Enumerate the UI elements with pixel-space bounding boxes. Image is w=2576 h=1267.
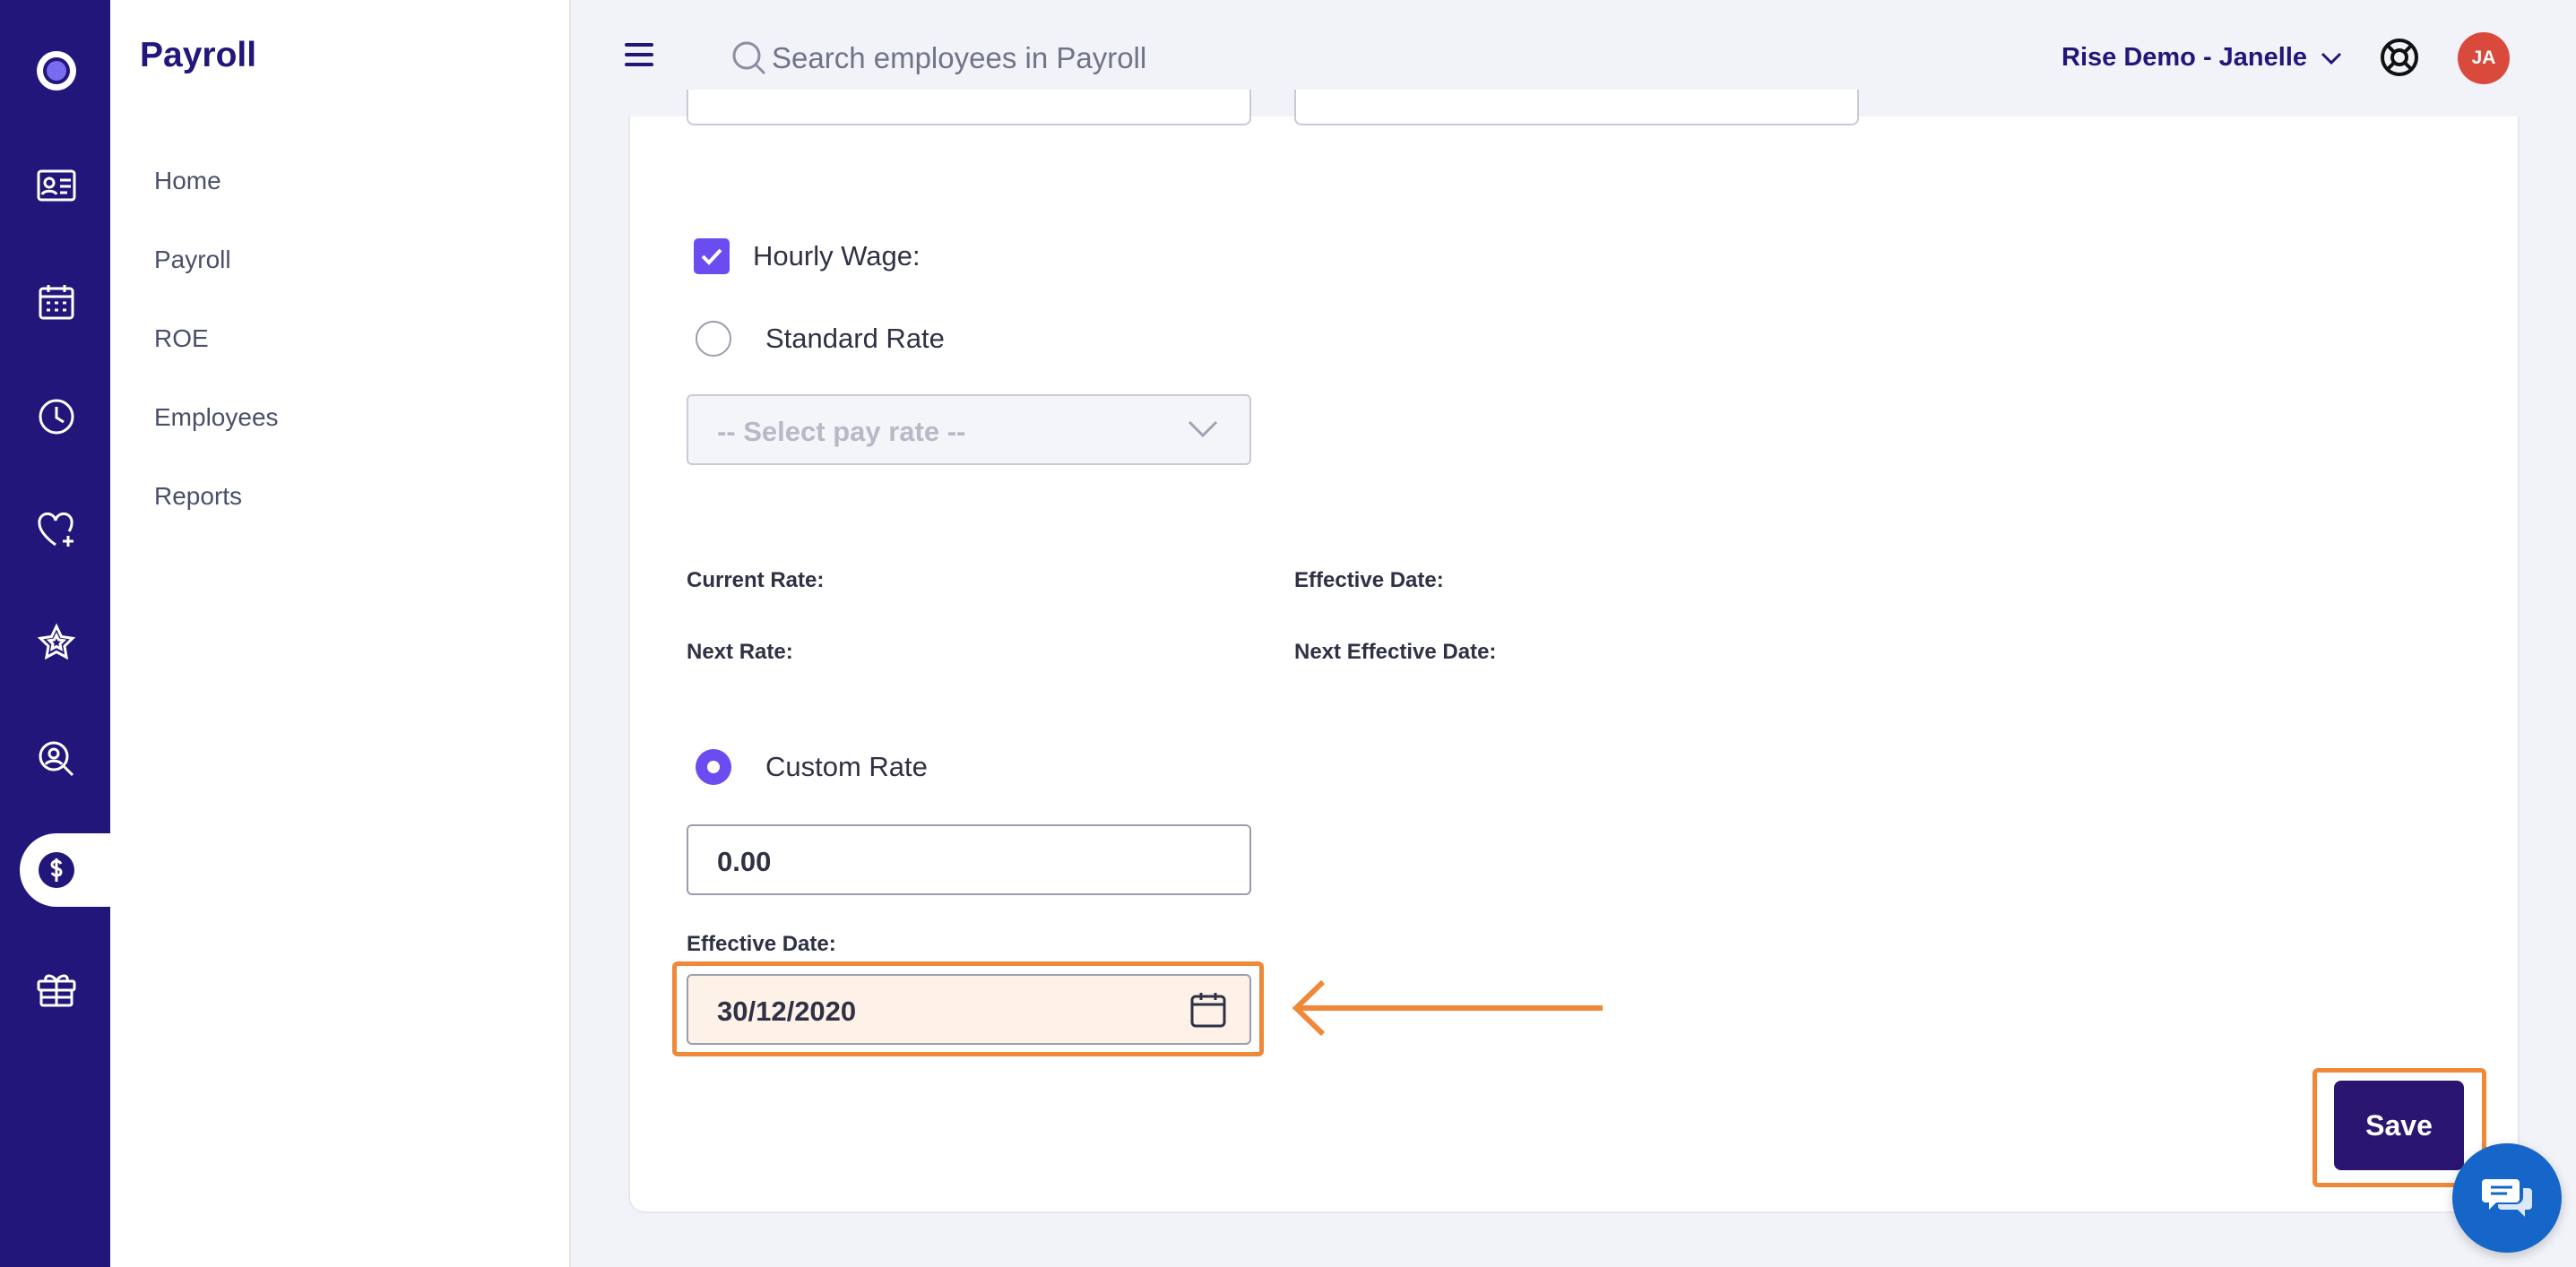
gift-box-icon[interactable] <box>32 964 81 1013</box>
menu-icon[interactable] <box>625 43 655 71</box>
check-icon <box>701 248 722 265</box>
lifebuoy-icon[interactable] <box>2378 36 2421 83</box>
next-effective-date-label: Next Effective Date: <box>1294 640 1497 664</box>
sidebar-item-reports[interactable]: Reports <box>154 482 242 511</box>
pay-rate-select-value: -- Select pay rate -- <box>717 416 966 447</box>
custom-effective-date-label: Effective Date: <box>687 932 836 956</box>
custom-rate-radio[interactable] <box>696 749 731 785</box>
id-card-icon[interactable] <box>32 161 81 210</box>
star-icon[interactable] <box>32 618 81 667</box>
current-rate-label: Current Rate: <box>687 568 825 592</box>
arrow-left-icon <box>1291 978 1604 1042</box>
partial-input-left[interactable] <box>687 90 1251 125</box>
calendar-icon[interactable] <box>1189 990 1228 1034</box>
hourly-wage-label: Hourly Wage: <box>753 240 921 272</box>
dollar-icon[interactable] <box>32 846 81 894</box>
chevron-down-icon <box>1187 419 1219 444</box>
logo-icon[interactable] <box>32 47 81 95</box>
app-title: Payroll <box>140 36 257 74</box>
search-input[interactable]: Search employees in Payroll <box>772 41 1146 75</box>
sidebar-item-home[interactable]: Home <box>154 167 221 195</box>
custom-rate-value: 0.00 <box>717 846 772 877</box>
custom-rate-input[interactable]: 0.00 <box>687 824 1251 895</box>
icon-rail <box>0 0 118 1267</box>
custom-rate-label: Custom Rate <box>765 751 928 782</box>
calendar-icon[interactable] <box>32 278 81 326</box>
effective-date-input[interactable]: 30/12/2020 <box>687 974 1251 1045</box>
sidebar-item-payroll[interactable]: Payroll <box>154 246 231 274</box>
avatar[interactable]: JA <box>2458 32 2510 84</box>
effective-date-value: 30/12/2020 <box>717 996 857 1027</box>
next-rate-label: Next Rate: <box>687 640 793 664</box>
chat-bubble-icon[interactable] <box>2452 1143 2562 1253</box>
effective-date-label: Effective Date: <box>1294 568 1444 592</box>
chevron-down-icon <box>2321 52 2342 65</box>
sidebar-item-employees[interactable]: Employees <box>154 403 279 432</box>
search-icon <box>730 39 768 82</box>
partial-input-right[interactable] <box>1294 90 1859 125</box>
sidebar: Payroll Home Payroll ROE Employees Repor… <box>110 0 571 1267</box>
save-button[interactable]: Save <box>2334 1081 2464 1170</box>
clock-icon[interactable] <box>32 392 81 441</box>
account-name: Rise Demo - Janelle <box>2062 43 2307 72</box>
sidebar-item-roe[interactable]: ROE <box>154 324 209 353</box>
search-person-icon[interactable] <box>32 735 81 783</box>
standard-rate-radio[interactable] <box>696 321 731 357</box>
pay-rate-select[interactable]: -- Select pay rate -- <box>687 394 1251 465</box>
hourly-wage-checkbox[interactable] <box>694 238 730 274</box>
heart-plus-icon[interactable] <box>32 505 81 554</box>
standard-rate-label: Standard Rate <box>765 323 945 354</box>
account-switcher[interactable]: Rise Demo - Janelle <box>2062 43 2343 73</box>
